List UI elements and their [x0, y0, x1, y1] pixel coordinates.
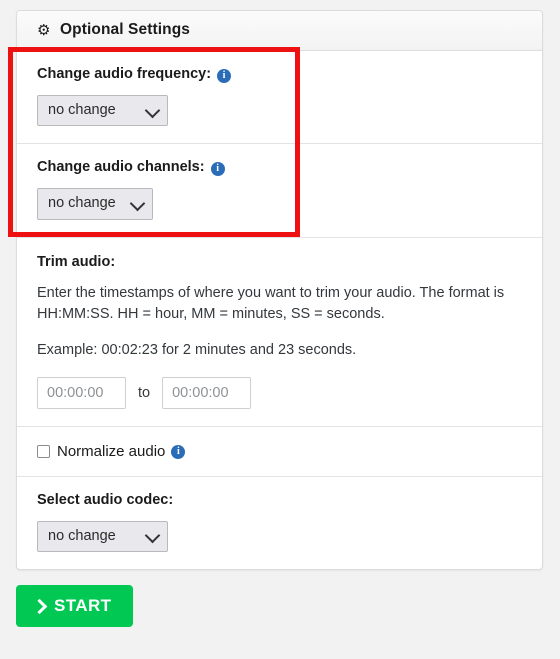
chevron-right-icon [31, 598, 48, 614]
audio-frequency-label-text: Change audio frequency: [37, 66, 212, 82]
audio-channels-select[interactable]: no change [37, 188, 153, 220]
start-button[interactable]: START [16, 585, 134, 627]
optional-settings-card: ⚙ Optional Settings Change audio frequen… [16, 10, 543, 571]
section-audio-channels: Change audio channels: i no change [17, 144, 542, 238]
audio-channels-select-wrap: no change [37, 188, 153, 220]
normalize-audio-label: Normalize audio i [57, 442, 186, 460]
normalize-audio-checkbox[interactable] [37, 444, 50, 458]
audio-frequency-label: Change audio frequency: i [37, 66, 522, 83]
trim-start-input[interactable] [37, 376, 126, 409]
trim-end-input[interactable] [162, 376, 252, 409]
section-normalize-audio: Normalize audio i [17, 427, 542, 477]
gear-icon: ⚙ [37, 21, 51, 39]
trim-audio-description: Enter the timestamps of where you want t… [37, 284, 505, 322]
trim-audio-heading: Trim audio: [37, 253, 116, 270]
section-trim-audio: Trim audio: Enter the timestamps of wher… [17, 238, 542, 427]
audio-codec-label-text: Select audio codec: [37, 491, 174, 508]
audio-channels-label-text: Change audio channels: [37, 159, 205, 176]
audio-frequency-select[interactable]: no change [37, 94, 168, 127]
normalize-audio-label-text: Normalize audio [57, 442, 166, 460]
info-icon[interactable]: i [210, 162, 225, 177]
card-header: ⚙ Optional Settings [17, 11, 542, 51]
start-button-label: START [54, 596, 112, 615]
info-icon[interactable]: i [171, 445, 186, 460]
normalize-audio-row: Normalize audio i [37, 443, 522, 460]
audio-codec-select[interactable]: no change [37, 520, 168, 553]
info-icon[interactable]: i [217, 68, 232, 83]
trim-audio-inputs: to [37, 376, 522, 409]
section-audio-codec: Select audio codec: no change [17, 477, 542, 569]
trim-separator-label: to [138, 384, 151, 401]
audio-codec-select-wrap: no change [37, 520, 168, 553]
audio-codec-label: Select audio codec: [37, 491, 522, 509]
section-audio-frequency: Change audio frequency: i no change [17, 51, 542, 145]
trim-audio-example: Example: 00:02:23 for 2 minutes and 23 s… [37, 341, 357, 358]
audio-channels-label: Change audio channels: i [37, 159, 522, 177]
audio-frequency-select-wrap: no change [37, 94, 168, 127]
page-title: Optional Settings [60, 21, 191, 38]
